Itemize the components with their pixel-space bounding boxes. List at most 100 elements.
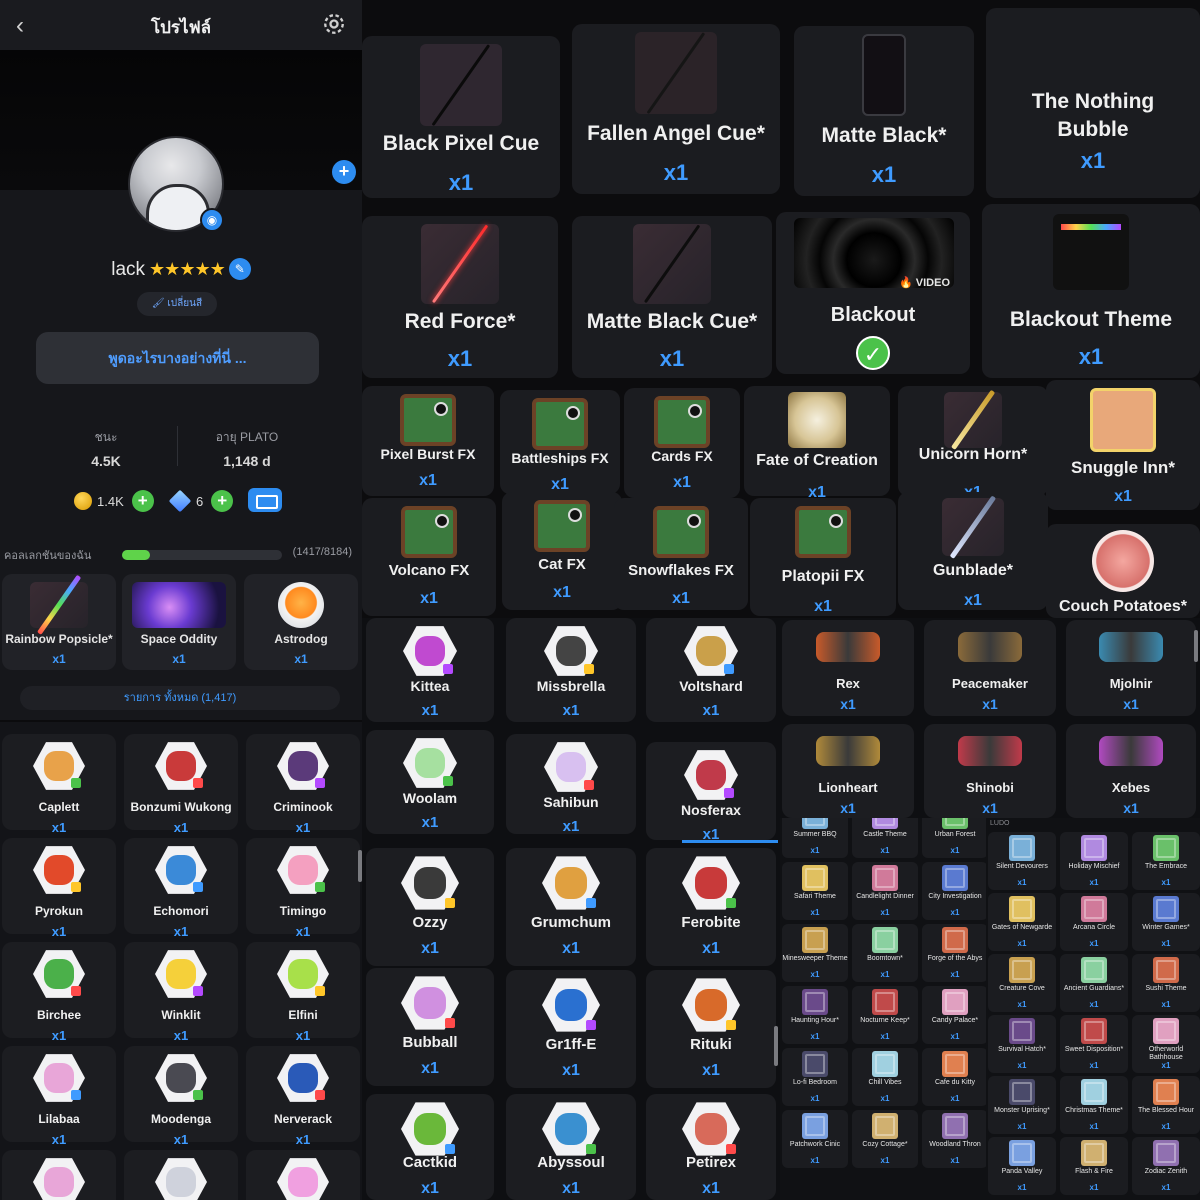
character-card[interactable]: Pyrokun x1: [2, 838, 116, 939]
item-card[interactable]: Cards FX x1: [624, 388, 740, 498]
camera-icon[interactable]: ◉: [200, 208, 224, 232]
weapon-card[interactable]: Peacemaker x1: [924, 620, 1056, 716]
theme-card[interactable]: Survival Hatch* x1: [988, 1015, 1056, 1073]
theme-card[interactable]: Haunting Hour* x1: [782, 986, 848, 1044]
item-card[interactable]: Couch Potatoes*: [1046, 524, 1200, 618]
character-card[interactable]: [2, 1150, 116, 1200]
scrollbar[interactable]: [1194, 630, 1198, 662]
theme-card[interactable]: Forge of the Abys x1: [922, 924, 986, 982]
item-card[interactable]: Fallen Angel Cue* x1: [572, 24, 780, 194]
character-card[interactable]: Bubball x1: [366, 968, 494, 1086]
character-card[interactable]: Petirex x1: [646, 1094, 776, 1200]
character-card[interactable]: Birchee x1: [2, 942, 116, 1043]
scrollbar[interactable]: [774, 1026, 778, 1066]
character-card[interactable]: Sahibun x1: [506, 734, 636, 835]
collection-card[interactable]: Space Oddity x1: [122, 574, 236, 670]
theme-card[interactable]: Christmas Theme* x1: [1060, 1076, 1128, 1134]
character-card[interactable]: Ozzy x1: [366, 848, 494, 966]
item-card[interactable]: Battleships FX x1: [500, 390, 620, 494]
theme-card[interactable]: Summer BBQ x1: [782, 818, 848, 858]
theme-card[interactable]: The Embrace x1: [1132, 832, 1200, 890]
character-card[interactable]: Nerverack x1: [246, 1046, 360, 1147]
theme-card[interactable]: Flash & Fire x1: [1060, 1137, 1128, 1195]
theme-card[interactable]: Otherworld Bathhouse x1: [1132, 1015, 1200, 1073]
edit-pencil-icon[interactable]: ✎: [228, 258, 251, 280]
theme-card[interactable]: Zodiac Zenith x1: [1132, 1137, 1200, 1195]
theme-card[interactable]: Woodland Thron x1: [922, 1110, 986, 1168]
character-card[interactable]: Ferobite x1: [646, 848, 776, 966]
item-card[interactable]: Cat FX x1: [502, 492, 622, 610]
weapon-card[interactable]: Lionheart x1: [782, 724, 914, 818]
character-card[interactable]: Woolam x1: [366, 730, 494, 834]
item-card[interactable]: Volcano FX x1: [362, 498, 496, 616]
change-color-button[interactable]: 🖌 เปลี่ยนสี: [137, 292, 217, 316]
theme-card[interactable]: Lo-fi Bedroom x1: [782, 1048, 848, 1106]
theme-card[interactable]: The Blessed Hour x1: [1132, 1076, 1200, 1134]
theme-card[interactable]: Silent Devourers x1: [988, 832, 1056, 890]
character-card[interactable]: [246, 1150, 360, 1200]
item-card[interactable]: Unicorn Horn*x1: [898, 386, 1048, 501]
character-card[interactable]: Missbrella x1: [506, 618, 636, 722]
character-card[interactable]: Moodenga x1: [124, 1046, 238, 1147]
theme-card[interactable]: City Investigation x1: [922, 862, 986, 920]
item-card[interactable]: Snuggle Inn* x1: [1046, 380, 1200, 510]
character-card[interactable]: Abyssoul x1: [506, 1094, 636, 1200]
weapon-card[interactable]: Rex x1: [782, 620, 914, 716]
theme-card[interactable]: Urban Forest x1: [922, 818, 986, 858]
character-card[interactable]: Kittea x1: [366, 618, 494, 722]
theme-card[interactable]: Cafe du Kitty x1: [922, 1048, 986, 1106]
theme-card[interactable]: Arcana Circle x1: [1060, 893, 1128, 951]
character-card[interactable]: Winklit x1: [124, 942, 238, 1043]
character-card[interactable]: Nosferax x1: [646, 742, 776, 843]
item-card[interactable]: Red Force* x1: [362, 216, 558, 378]
theme-card[interactable]: Holiday Mischief x1: [1060, 832, 1128, 890]
add-gems-button[interactable]: +: [211, 490, 234, 512]
gear-icon[interactable]: [320, 10, 348, 38]
theme-card[interactable]: Candlelight Dinner x1: [852, 862, 918, 920]
item-card[interactable]: Platopii FX x1: [750, 498, 896, 616]
theme-card[interactable]: Creature Cove x1: [988, 954, 1056, 1012]
character-card[interactable]: Grumchum x1: [506, 848, 636, 966]
character-card[interactable]: Elfini x1: [246, 942, 360, 1043]
item-card[interactable]: Matte Black Cue* x1: [572, 216, 772, 378]
theme-card[interactable]: Sushi Theme x1: [1132, 954, 1200, 1012]
item-card[interactable]: Matte Black* x1: [794, 26, 974, 196]
theme-card[interactable]: Nocturne Keep* x1: [852, 986, 918, 1044]
item-card[interactable]: 🔥 VIDEO ✓ Blackout: [776, 212, 970, 374]
character-card[interactable]: Echomori x1: [124, 838, 238, 939]
theme-card[interactable]: Winter Games* x1: [1132, 893, 1200, 951]
character-card[interactable]: Timingo x1: [246, 838, 360, 939]
theme-card[interactable]: Chill Vibes x1: [852, 1048, 918, 1106]
item-card[interactable]: Fate of Creation x1: [744, 386, 890, 501]
wallet-icon[interactable]: [248, 488, 282, 512]
item-card[interactable]: Black Pixel Cue x1: [362, 36, 560, 198]
theme-card[interactable]: Sweet Disposition* x1: [1060, 1015, 1128, 1073]
character-card[interactable]: Caplett x1: [2, 734, 116, 835]
add-coins-button[interactable]: +: [131, 490, 154, 512]
character-card[interactable]: Gr1ff-E x1: [506, 970, 636, 1088]
character-card[interactable]: Voltshard x1: [646, 618, 776, 722]
item-card[interactable]: Gunblade* x1: [898, 492, 1048, 610]
theme-card[interactable]: Minesweeper Theme x1: [782, 924, 848, 982]
collection-card[interactable]: Astrodog x1: [244, 574, 358, 670]
theme-card[interactable]: Candy Palace* x1: [922, 986, 986, 1044]
theme-card[interactable]: Safari Theme x1: [782, 862, 848, 920]
theme-card[interactable]: Gates of Newgarde x1: [988, 893, 1056, 951]
item-card[interactable]: Snowflakes FX x1: [614, 498, 748, 610]
theme-card[interactable]: Monster Uprising* x1: [988, 1076, 1056, 1134]
character-card[interactable]: Lilabaa x1: [2, 1046, 116, 1147]
view-all-items-button[interactable]: รายการ ทั้งหมด (1,417): [20, 686, 340, 710]
character-card[interactable]: Cactkid x1: [366, 1094, 494, 1200]
character-card[interactable]: [124, 1150, 238, 1200]
character-card[interactable]: Bonzumi Wukong x1: [124, 734, 238, 835]
status-input[interactable]: พูดอะไรบางอย่างที่นี่ ...: [36, 332, 319, 384]
theme-card[interactable]: Panda Valley x1: [988, 1137, 1056, 1195]
weapon-card[interactable]: Mjolnir x1: [1066, 620, 1196, 716]
add-banner-button[interactable]: +: [332, 160, 356, 184]
item-card[interactable]: Pixel Burst FX x1: [362, 386, 494, 496]
theme-card[interactable]: Boomtown* x1: [852, 924, 918, 982]
weapon-card[interactable]: Xebes x1: [1066, 724, 1196, 818]
weapon-card[interactable]: Shinobi x1: [924, 724, 1056, 818]
theme-card[interactable]: Patchwork Cinic x1: [782, 1110, 848, 1168]
character-card[interactable]: Criminook x1: [246, 734, 360, 835]
